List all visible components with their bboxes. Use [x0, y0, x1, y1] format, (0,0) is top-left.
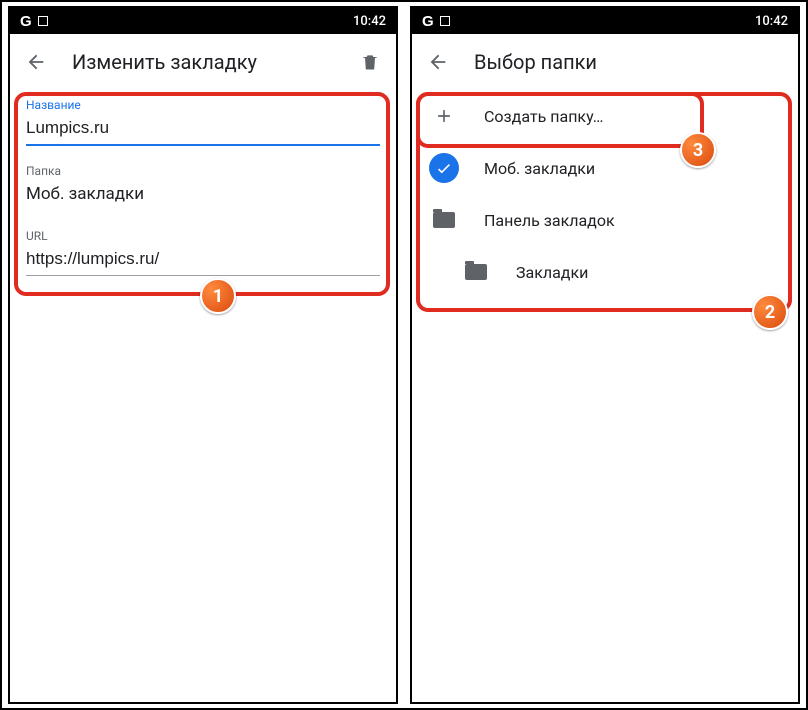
check-icon	[428, 152, 460, 184]
app-bar: Изменить закладку	[10, 34, 396, 90]
status-time: 10:42	[755, 14, 788, 29]
app-icon	[38, 16, 48, 26]
list-label: Панель закладок	[484, 211, 615, 230]
url-input[interactable]	[26, 243, 380, 276]
screen-title: Изменить закладку	[72, 50, 334, 74]
phone-right: G 10:42 Выбор папки Создать папку…	[410, 6, 800, 704]
google-icon: G	[422, 13, 434, 30]
google-icon: G	[20, 13, 32, 30]
url-label: URL	[26, 229, 380, 243]
status-bar: G 10:42	[10, 8, 396, 34]
app-icon	[440, 16, 450, 26]
back-icon[interactable]	[426, 50, 450, 74]
folder-icon	[460, 256, 492, 288]
list-item-mobile-bookmarks[interactable]: Моб. закладки	[412, 142, 798, 194]
plus-icon	[428, 100, 460, 132]
list-label: Закладки	[516, 263, 588, 282]
phone-left: G 10:42 Изменить закладку Название Папка…	[8, 6, 398, 704]
name-input[interactable]	[26, 112, 380, 146]
field-folder[interactable]: Папка Моб. закладки	[10, 156, 396, 211]
delete-icon[interactable]	[358, 50, 382, 74]
badge-1: 1	[200, 278, 236, 314]
app-bar: Выбор папки	[412, 34, 798, 90]
folder-value: Моб. закладки	[26, 178, 380, 211]
name-label: Название	[26, 98, 380, 112]
back-icon[interactable]	[24, 50, 48, 74]
list-item-bookmarks[interactable]: Закладки	[412, 246, 798, 298]
list-item-bookmarks-bar[interactable]: Панель закладок	[412, 194, 798, 246]
field-name[interactable]: Название	[10, 90, 396, 146]
status-time: 10:42	[353, 14, 386, 29]
list-item-create-folder[interactable]: Создать папку…	[412, 90, 798, 142]
status-bar: G 10:42	[412, 8, 798, 34]
badge-2: 2	[752, 294, 788, 330]
screen-title: Выбор папки	[474, 50, 784, 74]
field-url[interactable]: URL	[10, 221, 396, 276]
list-label: Создать папку…	[484, 107, 604, 126]
list-label: Моб. закладки	[484, 159, 595, 178]
folder-label: Папка	[26, 164, 380, 178]
folder-icon	[428, 204, 460, 236]
badge-3: 3	[680, 132, 716, 168]
